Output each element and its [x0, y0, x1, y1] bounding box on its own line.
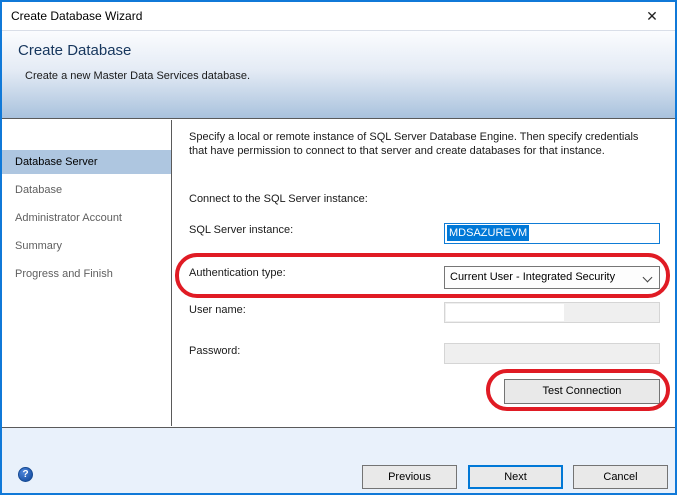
test-connection-button[interactable]: Test Connection: [504, 379, 660, 404]
user-name-field: [444, 302, 660, 323]
sql-instance-value: MDSAZUREVM: [447, 225, 530, 241]
create-database-wizard-dialog: Create Database Wizard ✕ Create Database…: [0, 0, 677, 495]
authentication-type-label: Authentication type:: [189, 267, 286, 279]
instructions-text: Specify a local or remote instance of SQ…: [189, 131, 639, 157]
user-name-redaction: [446, 304, 564, 321]
wizard-page-content: Specify a local or remote instance of SQ…: [172, 120, 675, 426]
page-subtitle: Create a new Master Data Services databa…: [25, 70, 251, 82]
next-button[interactable]: Next: [468, 465, 563, 489]
sidebar-item-database[interactable]: Database: [2, 178, 171, 202]
password-label: Password:: [189, 345, 241, 357]
sidebar-item-progress-and-finish[interactable]: Progress and Finish: [2, 262, 171, 286]
sidebar-item-summary[interactable]: Summary: [2, 234, 171, 258]
sidebar-item-database-server[interactable]: Database Server: [2, 150, 171, 174]
chevron-down-icon: [642, 272, 653, 283]
close-icon[interactable]: ✕: [640, 2, 664, 30]
page-title: Create Database: [18, 42, 132, 59]
authentication-type-dropdown[interactable]: Current User - Integrated Security: [444, 266, 660, 289]
sql-instance-input[interactable]: MDSAZUREVM: [444, 223, 660, 244]
authentication-type-value: Current User - Integrated Security: [450, 271, 616, 283]
previous-button[interactable]: Previous: [362, 465, 457, 489]
cancel-button[interactable]: Cancel: [573, 465, 668, 489]
user-name-label: User name:: [189, 304, 246, 316]
password-field: [444, 343, 660, 364]
sidebar-item-administrator-account[interactable]: Administrator Account: [2, 206, 171, 230]
footer-bar: ? Previous Next Cancel: [2, 427, 675, 493]
titlebar: Create Database Wizard ✕: [2, 2, 675, 30]
wizard-steps-sidebar: Database Server Database Administrator A…: [2, 120, 172, 426]
help-icon[interactable]: ?: [18, 467, 33, 482]
window-title: Create Database Wizard: [11, 9, 143, 23]
sql-instance-label: SQL Server instance:: [189, 224, 294, 236]
connect-instance-label: Connect to the SQL Server instance:: [189, 193, 368, 205]
wizard-header: Create Database Create a new Master Data…: [2, 30, 675, 119]
